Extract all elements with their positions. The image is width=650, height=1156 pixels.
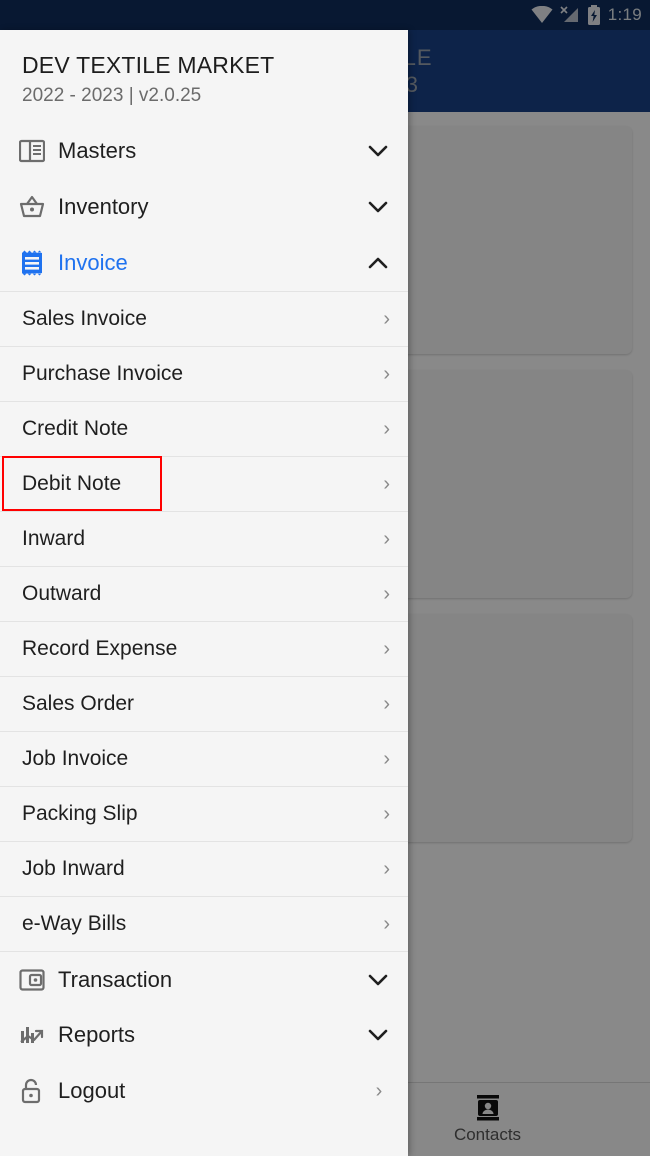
nav-group-reports[interactable]: Reports bbox=[0, 1007, 408, 1063]
submenu-item-record-expense[interactable]: Record Expense › bbox=[0, 621, 408, 676]
nav-group-transaction[interactable]: Transaction bbox=[0, 951, 408, 1007]
nav-group-label: Masters bbox=[58, 138, 137, 163]
drawer-title: DEV TEXTILE MARKET bbox=[22, 52, 275, 78]
submenu-item-e-way-bills[interactable]: e-Way Bills › bbox=[0, 896, 408, 951]
submenu-item-sales-invoice[interactable]: Sales Invoice › bbox=[0, 291, 408, 346]
chevron-right-icon: › bbox=[383, 747, 390, 770]
chevron-right-icon: › bbox=[383, 802, 390, 825]
submenu-item-label: Credit Note bbox=[22, 417, 129, 440]
screen: Receipts Day ₹0.00 Week ₹0.00 bbox=[0, 0, 650, 1156]
nav-group-invoice[interactable]: Invoice bbox=[0, 235, 408, 291]
nav-group-logout[interactable]: Logout › bbox=[0, 1063, 408, 1119]
chevron-down-icon[interactable] bbox=[368, 1029, 390, 1041]
submenu-item-purchase-invoice[interactable]: Purchase Invoice › bbox=[0, 346, 408, 401]
chevron-right-icon: › bbox=[383, 692, 390, 715]
navigation-drawer: DEV TEXTILE MARKET 2022 - 2023 | v2.0.25… bbox=[0, 30, 408, 1156]
invoice-submenu: Sales Invoice › Purchase Invoice › Credit No… bbox=[0, 291, 408, 951]
submenu-item-label: Job Inward bbox=[22, 857, 125, 880]
submenu-item-sales-order[interactable]: Sales Order › bbox=[0, 676, 408, 731]
bar-chart-icon bbox=[10, 1023, 54, 1047]
submenu-item-label: Sales Invoice bbox=[22, 307, 147, 330]
drawer-subtitle: 2022 - 2023 | v2.0.25 bbox=[22, 85, 202, 106]
chevron-down-icon[interactable] bbox=[368, 201, 390, 213]
nav-group-label: Transaction bbox=[58, 966, 173, 992]
nav-group-masters[interactable]: Masters bbox=[0, 123, 408, 179]
drawer-header: DEV TEXTILE MARKET 2022 - 2023 | v2.0.25 bbox=[0, 30, 408, 123]
submenu-item-job-invoice[interactable]: Job Invoice › bbox=[0, 731, 408, 786]
chevron-right-icon: › bbox=[383, 417, 390, 440]
submenu-item-label: Packing Slip bbox=[22, 802, 138, 825]
unlock-icon bbox=[10, 1078, 54, 1104]
submenu-item-label: Outward bbox=[22, 582, 102, 605]
submenu-item-label: Job Invoice bbox=[22, 747, 129, 770]
submenu-item-label: Debit Note bbox=[22, 472, 122, 495]
submenu-item-label: Inward bbox=[22, 527, 86, 550]
chevron-right-icon: › bbox=[383, 527, 390, 550]
submenu-item-outward[interactable]: Outward › bbox=[0, 566, 408, 621]
submenu-item-packing-slip[interactable]: Packing Slip › bbox=[0, 786, 408, 841]
chevron-right-icon: › bbox=[383, 637, 390, 660]
book-article-icon bbox=[10, 139, 54, 163]
chevron-right-icon: › bbox=[383, 582, 390, 605]
chevron-right-icon: › bbox=[383, 362, 390, 385]
submenu-item-label: Record Expense bbox=[22, 637, 178, 660]
submenu-item-label: Purchase Invoice bbox=[22, 362, 184, 385]
chevron-up-icon[interactable] bbox=[368, 257, 390, 269]
nav-group-inventory[interactable]: Inventory bbox=[0, 179, 408, 235]
basket-icon bbox=[10, 195, 54, 219]
nav-group-label: Logout bbox=[58, 1078, 126, 1103]
submenu-item-inward[interactable]: Inward › bbox=[0, 511, 408, 566]
wallet-icon bbox=[10, 968, 54, 992]
receipt-icon bbox=[10, 250, 54, 276]
nav-group-label: Reports bbox=[58, 1022, 136, 1047]
submenu-item-label: e-Way Bills bbox=[22, 912, 127, 935]
chevron-right-icon: › bbox=[383, 857, 390, 880]
drawer-nav-list: Masters Inventory Invoice Sales Invoice … bbox=[0, 123, 408, 1119]
chevron-right-icon[interactable]: › bbox=[368, 1080, 390, 1103]
nav-group-label: Inventory bbox=[58, 194, 149, 219]
submenu-item-label: Sales Order bbox=[22, 692, 135, 715]
submenu-item-job-inward[interactable]: Job Inward › bbox=[0, 841, 408, 896]
chevron-down-icon[interactable] bbox=[368, 145, 390, 157]
submenu-item-debit-note[interactable]: Debit Note › bbox=[0, 456, 408, 511]
chevron-right-icon: › bbox=[383, 307, 390, 330]
chevron-right-icon: › bbox=[383, 912, 390, 935]
chevron-down-icon[interactable] bbox=[368, 974, 390, 986]
submenu-item-credit-note[interactable]: Credit Note › bbox=[0, 401, 408, 456]
chevron-right-icon: › bbox=[383, 472, 390, 495]
nav-group-label: Invoice bbox=[58, 250, 128, 275]
